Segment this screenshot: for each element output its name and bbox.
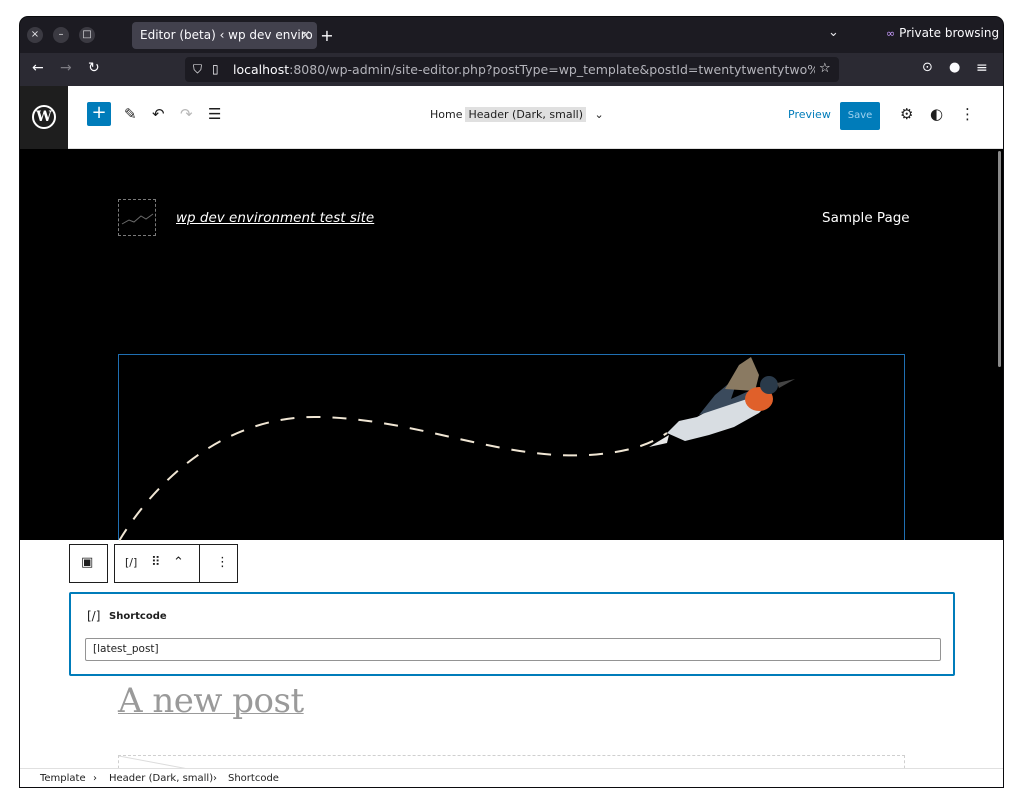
breadcrumb-shortcode[interactable]: Shortcode xyxy=(228,773,279,784)
url-text[interactable]: localhost:8080/wp-admin/site-editor.php?… xyxy=(233,62,815,77)
undo-icon[interactable]: ↶ xyxy=(152,105,165,123)
shortcode-icon: [/] xyxy=(87,609,101,623)
forward-icon[interactable]: → xyxy=(60,60,72,76)
site-logo-placeholder[interactable] xyxy=(118,199,156,236)
tab-strip: × – □ Editor (beta) ‹ wp dev enviro × + … xyxy=(20,17,1003,53)
editor-header: W + ✎ ↶ ↷ ☰ Home Header (Dark, small) ⌄ P… xyxy=(20,86,1003,149)
logo-placeholder-icon xyxy=(121,213,154,225)
pocket-icon[interactable]: ⊙ xyxy=(922,60,933,75)
breadcrumb-separator: › xyxy=(93,773,97,784)
block-breadcrumbs: Template › Header (Dark, small) › Shortc… xyxy=(20,768,1003,787)
navigation-bar: ← → ↻ ⛉ ▯ localhost:8080/wp-admin/site-e… xyxy=(20,53,1003,86)
app-menu-icon[interactable]: ≡ xyxy=(976,60,988,76)
header-template-part[interactable]: wp dev environment test site Sample Page xyxy=(20,149,1003,542)
move-up-down-icon[interactable]: ⌃ xyxy=(173,555,184,570)
canvas-scrollbar[interactable] xyxy=(998,151,1001,367)
back-icon[interactable]: ← xyxy=(32,60,44,76)
doc-home-label: Home xyxy=(430,108,463,121)
block-more-options-button[interactable]: ⋮ xyxy=(199,544,238,583)
tab-close-icon[interactable]: × xyxy=(300,22,311,49)
styles-icon[interactable]: ◐ xyxy=(930,105,943,123)
window-close-button[interactable]: × xyxy=(27,27,43,43)
breadcrumb-header[interactable]: Header (Dark, small) xyxy=(109,773,213,784)
drag-handle-icon[interactable]: ⠿ xyxy=(151,555,161,570)
edit-tool-icon[interactable]: ✎ xyxy=(124,105,137,123)
doc-chevron-down-icon[interactable]: ⌄ xyxy=(595,108,604,121)
account-icon[interactable]: ● xyxy=(949,60,960,75)
private-mask-icon: ∞ xyxy=(886,27,896,40)
url-host: localhost xyxy=(233,62,290,77)
url-path: :8080/wp-admin/site-editor.php?postType=… xyxy=(289,62,815,77)
private-browsing-indicator: ∞ Private browsing xyxy=(886,26,999,40)
breadcrumb-separator: › xyxy=(213,773,217,784)
wordpress-logo[interactable]: W xyxy=(20,86,68,149)
doc-template-label: Header (Dark, small) xyxy=(465,107,587,122)
featured-image-placeholder[interactable] xyxy=(118,755,905,769)
window-minimize-button[interactable]: – xyxy=(53,27,69,43)
breadcrumb-template[interactable]: Template xyxy=(40,773,86,784)
wordpress-logo-icon: W xyxy=(32,105,56,129)
address-bar[interactable]: ⛉ ▯ localhost:8080/wp-admin/site-editor.… xyxy=(185,57,839,82)
browser-window: × – □ Editor (beta) ‹ wp dev enviro × + … xyxy=(20,17,1003,787)
settings-gear-icon[interactable]: ⚙ xyxy=(900,105,913,123)
block-toolbar-group: [/] ⠿ ⌃ xyxy=(114,544,200,583)
window-maximize-button[interactable]: □ xyxy=(79,27,95,43)
parent-block-icon: ▣ xyxy=(81,555,94,570)
shield-icon[interactable]: ⛉ xyxy=(193,62,202,77)
reload-icon[interactable]: ↻ xyxy=(88,60,100,76)
tab-editor[interactable]: Editor (beta) ‹ wp dev enviro × xyxy=(132,22,317,49)
document-title[interactable]: Home Header (Dark, small) ⌄ xyxy=(430,107,604,122)
preview-button[interactable]: Preview xyxy=(788,108,831,121)
shortcode-label: Shortcode xyxy=(109,611,167,622)
bookmark-star-icon[interactable]: ☆ xyxy=(819,61,831,76)
private-browsing-label: Private browsing xyxy=(899,26,1000,40)
block-more-icon: ⋮ xyxy=(216,555,229,570)
post-title[interactable]: A new post xyxy=(118,681,304,721)
tab-title: Editor (beta) ‹ wp dev enviro xyxy=(140,28,313,42)
new-tab-button[interactable]: + xyxy=(317,22,337,49)
list-view-icon[interactable]: ☰ xyxy=(208,105,221,123)
shortcode-input[interactable]: [latest_post] xyxy=(85,638,941,661)
flying-bird-illustration xyxy=(118,357,795,542)
nav-link-sample-page[interactable]: Sample Page xyxy=(822,210,910,226)
hero-bird-image[interactable] xyxy=(118,354,905,542)
add-block-button[interactable]: + xyxy=(87,102,111,126)
shortcode-block-icon[interactable]: [/] xyxy=(125,556,137,569)
editor-canvas: wp dev environment test site Sample Page… xyxy=(20,149,1003,769)
shortcode-block[interactable]: [/] Shortcode [latest_post] xyxy=(69,592,955,676)
tab-list-chevron-icon[interactable]: ⌄ xyxy=(828,25,839,40)
site-title[interactable]: wp dev environment test site xyxy=(176,210,374,226)
more-options-icon[interactable]: ⋮ xyxy=(960,105,975,123)
page-icon[interactable]: ▯ xyxy=(212,62,219,76)
select-parent-button[interactable]: ▣ xyxy=(69,544,108,583)
redo-icon[interactable]: ↷ xyxy=(180,105,193,123)
save-button[interactable]: Save xyxy=(840,102,880,130)
